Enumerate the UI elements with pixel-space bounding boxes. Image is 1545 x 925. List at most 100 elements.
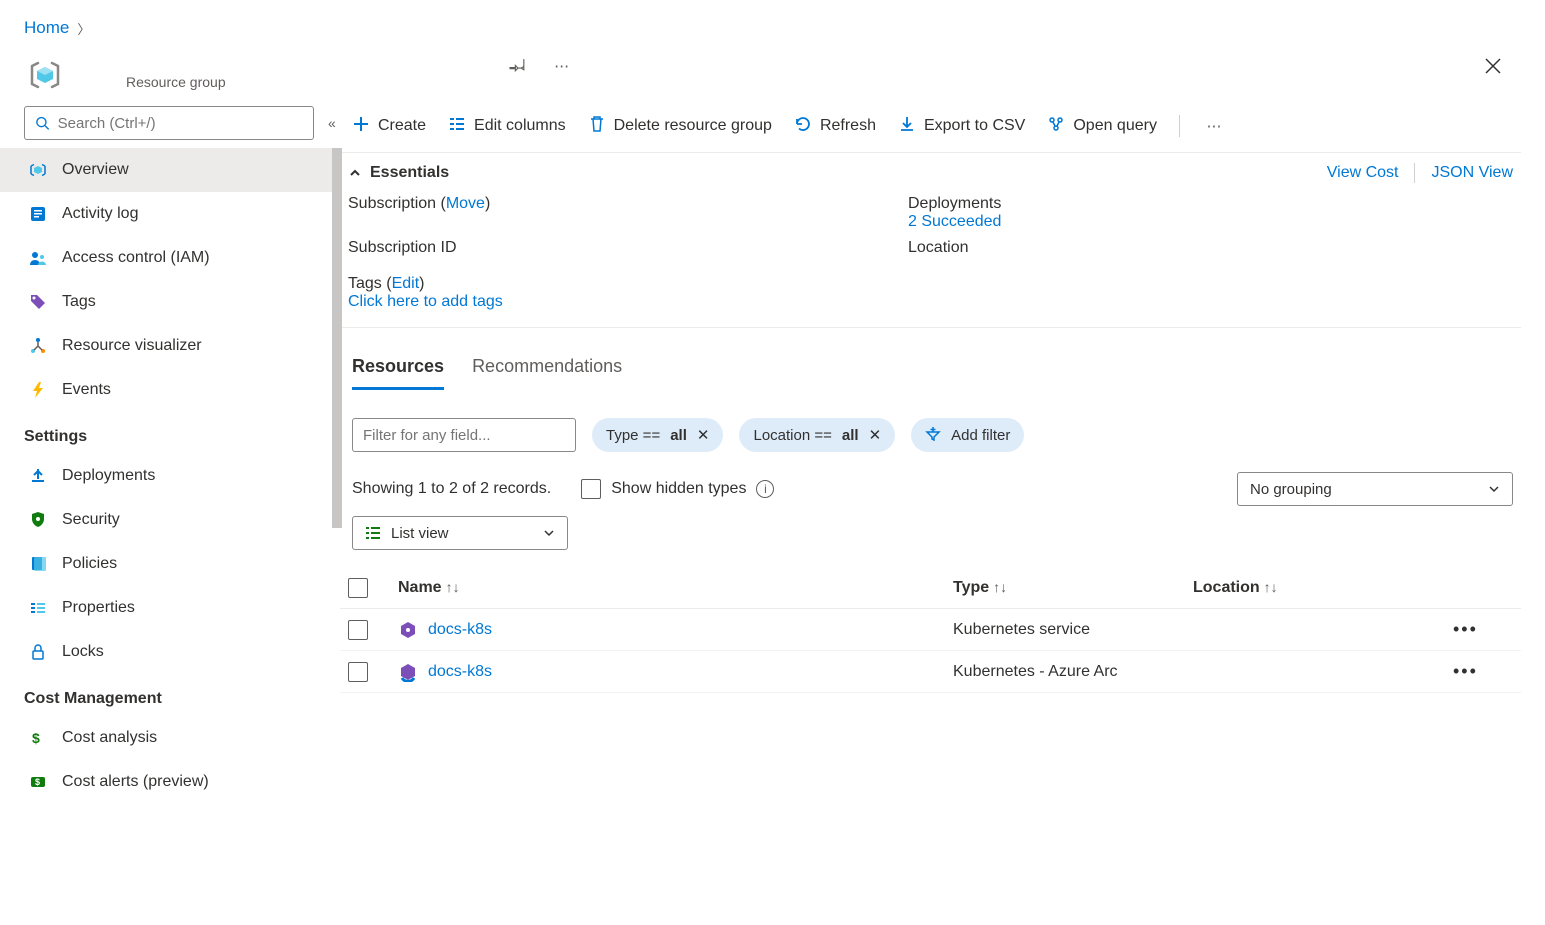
filter-pill-location[interactable]: Location == all ✕ [739,418,895,452]
open-query-button[interactable]: Open query [1047,115,1157,138]
sidebar-item-label: Security [62,511,120,529]
sort-icon: ↑↓ [446,579,460,595]
cost-analysis-icon: $ [28,729,48,747]
scrollbar-thumb[interactable] [332,148,342,528]
create-button[interactable]: Create [352,115,426,138]
resource-link[interactable]: docs-k8s [428,663,492,681]
sidebar-item-activity-log[interactable]: Activity log [0,192,340,236]
filter-input[interactable] [352,418,576,452]
table-row: docs-k8s Kubernetes - Azure Arc ••• [340,651,1521,693]
download-icon [898,115,916,138]
select-all-checkbox[interactable] [348,578,368,598]
add-filter-icon [925,425,941,445]
search-icon [35,115,50,131]
columns-icon [448,115,466,138]
svg-text:$: $ [32,730,40,746]
subscription-id-label: Subscription ID [348,239,868,257]
add-tags-link[interactable]: Click here to add tags [348,293,503,310]
tabs: Resources Recommendations [340,328,1521,390]
show-hidden-checkbox[interactable] [581,479,601,499]
tags-label: Tags (Edit) [348,275,1513,293]
sidebar-item-label: Tags [62,293,96,311]
column-name[interactable]: Name↑↓ [398,579,953,597]
sidebar-item-resource-visualizer[interactable]: Resource visualizer [0,324,340,368]
refresh-icon [794,115,812,138]
sidebar-item-label: Deployments [62,467,155,485]
security-icon [28,511,48,529]
tab-recommendations[interactable]: Recommendations [472,356,622,390]
remove-filter-icon[interactable]: ✕ [869,426,882,444]
sidebar-item-events[interactable]: Events [0,368,340,412]
resource-visualizer-icon [28,337,48,355]
sidebar-item-access-control[interactable]: Access control (IAM) [0,236,340,280]
deployments-value[interactable]: 2 Succeeded [908,213,1001,230]
sidebar-item-cost-alerts[interactable]: $ Cost alerts (preview) [0,760,340,804]
sort-icon: ↑↓ [1264,579,1278,595]
export-csv-button[interactable]: Export to CSV [898,115,1025,138]
sidebar-item-label: Activity log [62,205,138,223]
activity-log-icon [28,205,48,223]
events-icon [28,381,48,399]
edit-tags-link[interactable]: Edit [392,275,420,292]
location-label: Location [908,239,1513,257]
show-hidden-label: Show hidden types [611,480,746,498]
deployments-field: Deployments 2 Succeeded [908,195,1513,231]
cost-alerts-icon: $ [28,773,48,791]
separator [1414,163,1415,183]
refresh-button[interactable]: Refresh [794,115,876,138]
pin-icon[interactable] [506,54,530,78]
records-count: Showing 1 to 2 of 2 records. [352,480,551,498]
column-type[interactable]: Type↑↓ [953,579,1193,597]
breadcrumb-home[interactable]: Home [24,18,69,38]
sidebar-item-label: Overview [62,161,129,179]
view-select[interactable]: List view [352,516,568,550]
sidebar-section-cost: Cost Management [24,690,340,708]
add-filter-button[interactable]: Add filter [911,418,1024,452]
table-row: docs-k8s Kubernetes service ••• [340,609,1521,651]
sidebar-item-label: Policies [62,555,117,573]
edit-columns-button[interactable]: Edit columns [448,115,566,138]
delete-resource-group-button[interactable]: Delete resource group [588,115,772,138]
row-more-icon[interactable]: ••• [1453,661,1513,682]
grouping-select[interactable]: No grouping [1237,472,1513,506]
locks-icon [28,643,48,661]
sidebar-item-tags[interactable]: Tags [0,280,340,324]
column-location[interactable]: Location↑↓ [1193,579,1453,597]
tab-resources[interactable]: Resources [352,356,444,390]
kubernetes-service-icon [398,620,418,640]
policies-icon [28,555,48,573]
sidebar-item-locks[interactable]: Locks [0,630,340,674]
content-pane: Create Edit columns Delete resource grou… [340,106,1545,804]
json-view-link[interactable]: JSON View [1431,164,1513,182]
row-checkbox[interactable] [348,662,368,682]
chevron-right-icon: 〉 [77,19,90,38]
header-subtitle: Resource group [126,74,226,90]
sidebar-search-input[interactable] [58,115,303,132]
info-icon[interactable]: i [756,480,774,498]
svg-text:$: $ [35,777,40,787]
sidebar-search[interactable] [24,106,314,140]
row-more-icon[interactable]: ••• [1453,619,1513,640]
view-cost-link[interactable]: View Cost [1327,164,1399,182]
page-header: Resource group ⋯ [0,48,1545,96]
filter-pill-type[interactable]: Type == all ✕ [592,418,723,452]
remove-filter-icon[interactable]: ✕ [697,426,710,444]
row-checkbox[interactable] [348,620,368,640]
trash-icon [588,115,606,138]
sidebar-item-overview[interactable]: Overview [0,148,340,192]
resource-link[interactable]: docs-k8s [428,621,492,639]
collapse-sidebar-icon[interactable]: « [328,115,336,131]
sidebar-item-security[interactable]: Security [0,498,340,542]
move-link[interactable]: Move [446,195,485,212]
list-view-icon [365,525,381,541]
essentials-toggle[interactable]: Essentials [348,164,449,182]
more-icon[interactable]: ⋯ [550,54,574,78]
sidebar-item-policies[interactable]: Policies [0,542,340,586]
sidebar-item-properties[interactable]: Properties [0,586,340,630]
toolbar-more-icon[interactable]: ⋯ [1202,114,1226,138]
sidebar-item-deployments[interactable]: Deployments [0,454,340,498]
subscription-label: Subscription (Move) [348,195,868,231]
close-icon[interactable] [1481,54,1505,78]
sort-icon: ↑↓ [993,579,1007,595]
sidebar-item-cost-analysis[interactable]: $ Cost analysis [0,716,340,760]
